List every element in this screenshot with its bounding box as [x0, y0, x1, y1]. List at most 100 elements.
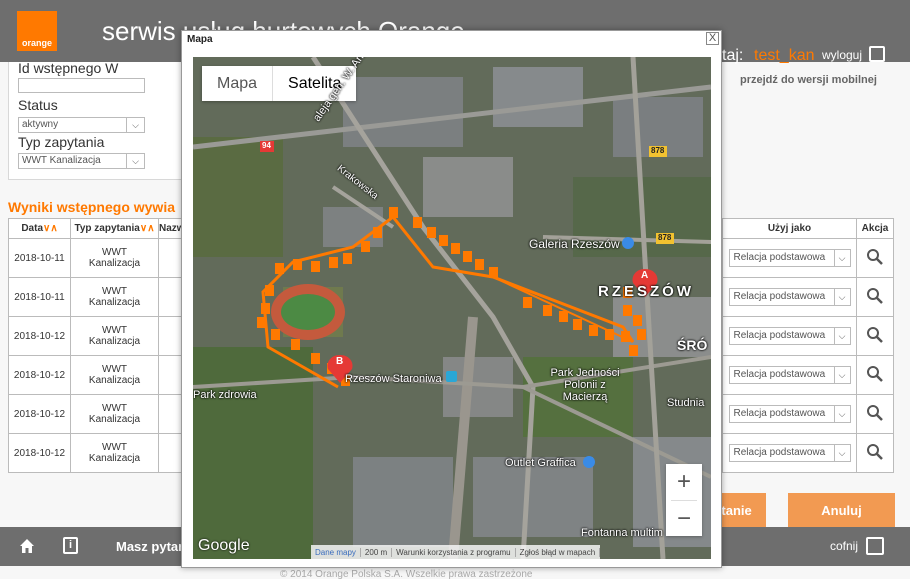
search-icon[interactable] — [866, 404, 884, 422]
table-row[interactable]: Relacja podstawowa ⌵ — [722, 238, 894, 278]
table-row[interactable]: 2018-10-12 WWT Kanalizacja — [8, 316, 186, 356]
table-row[interactable]: 2018-10-11 WWT Kanalizacja — [8, 238, 186, 278]
use-as-select[interactable]: Relacja podstawowa ⌵ — [728, 249, 851, 267]
zoom-in-button[interactable]: + — [666, 464, 702, 500]
cell-type-line2: Kanalizacja — [88, 375, 141, 386]
search-icon[interactable] — [866, 287, 884, 305]
back-icon[interactable] — [866, 537, 884, 555]
shopping-icon[interactable] — [622, 237, 634, 249]
map-type-map[interactable]: Mapa — [202, 66, 274, 101]
results-title: Wyniki wstępnego wywia — [8, 199, 176, 215]
back-link[interactable]: cofnij — [830, 539, 858, 553]
logout-link[interactable]: wyloguj — [822, 48, 862, 62]
user-label: taj: — [722, 47, 744, 64]
cell-use-as: Relacja podstawowa ⌵ — [722, 277, 857, 317]
cell-type-line1: WWT — [102, 286, 127, 297]
terms-link[interactable]: Warunki korzystania z programu — [392, 547, 516, 557]
cell-date: 2018-10-11 — [8, 238, 71, 278]
search-icon[interactable] — [866, 365, 884, 383]
logout-icon[interactable] — [869, 46, 885, 62]
map-imagery — [193, 57, 711, 559]
use-as-value: Relacja podstawowa — [733, 408, 826, 419]
table-row[interactable]: Relacja podstawowa ⌵ — [722, 355, 894, 395]
satellite-map[interactable]: Mapa Satelita aleja gen. W. Andersa Krak… — [193, 57, 711, 559]
results-table: Data∨∧ Typ zapytania∨∧ Nazw 2018-10-11 W… — [8, 218, 186, 473]
label-park-jednosci: Park Jedności Polonii z Macierzą — [550, 367, 620, 403]
shopping-icon[interactable] — [583, 456, 595, 468]
id-input[interactable] — [18, 78, 145, 93]
type-select[interactable]: WWT Kanalizacja ⌵ — [18, 153, 145, 169]
column-use-as: Użyj jako — [722, 218, 857, 239]
user-name: test_kan — [754, 47, 815, 64]
use-as-value: Relacja podstawowa — [733, 252, 826, 263]
info-icon[interactable]: i — [63, 537, 78, 554]
cancel-button[interactable]: Anuluj — [788, 493, 895, 528]
cell-action — [856, 316, 894, 356]
cell-use-as: Relacja podstawowa ⌵ — [722, 394, 857, 434]
orange-logo[interactable]: orange — [17, 11, 57, 51]
table-row[interactable]: Relacja podstawowa ⌵ — [722, 394, 894, 434]
report-error-link[interactable]: Zgłoś błąd w mapach — [516, 547, 601, 557]
status-label: Status — [18, 97, 58, 113]
question-link[interactable]: Masz pytan — [116, 539, 186, 554]
use-as-value: Relacja podstawowa — [733, 330, 826, 341]
use-as-select[interactable]: Relacja podstawowa ⌵ — [728, 327, 851, 345]
close-icon[interactable]: X — [706, 32, 719, 45]
cell-action — [856, 355, 894, 395]
table-row[interactable]: 2018-10-12 WWT Kanalizacja — [8, 394, 186, 434]
table-header-row: Użyj jako Akcja — [722, 218, 894, 239]
sort-icon: ∨∧ — [43, 223, 58, 234]
cell-action — [856, 394, 894, 434]
use-as-value: Relacja podstawowa — [733, 369, 826, 380]
chevron-down-icon: ⌵ — [126, 154, 144, 168]
column-type[interactable]: Typ zapytania∨∧ — [70, 218, 159, 239]
label-rzeszow: RZESZÓW — [598, 283, 694, 300]
cell-type: WWT Kanalizacja — [70, 277, 159, 317]
search-icon[interactable] — [866, 248, 884, 266]
table-row[interactable]: 2018-10-11 WWT Kanalizacja — [8, 277, 186, 317]
road-94-label: 94 — [262, 141, 271, 150]
type-label: Typ zapytania — [18, 134, 105, 150]
use-as-select[interactable]: Relacja podstawowa ⌵ — [728, 405, 851, 423]
zoom-out-button[interactable]: − — [666, 501, 702, 537]
scale-bar[interactable]: 200 m — [361, 547, 393, 557]
results-table-right: Użyj jako Akcja Relacja podstawowa ⌵ Rela… — [722, 218, 894, 473]
status-value: aktywny — [22, 119, 59, 130]
cell-use-as: Relacja podstawowa ⌵ — [722, 238, 857, 278]
cell-action — [856, 238, 894, 278]
type-value: WWT Kanalizacja — [22, 155, 101, 166]
cell-type-line2: Kanalizacja — [88, 258, 141, 269]
cell-type: WWT Kanalizacja — [70, 355, 159, 395]
column-date[interactable]: Data∨∧ — [8, 218, 71, 239]
cell-type: WWT Kanalizacja — [70, 316, 159, 356]
use-as-select[interactable]: Relacja podstawowa ⌵ — [728, 444, 851, 462]
search-icon[interactable] — [866, 443, 884, 461]
chevron-down-icon: ⌵ — [833, 289, 850, 305]
use-as-value: Relacja podstawowa — [733, 447, 826, 458]
cell-type-line1: WWT — [102, 403, 127, 414]
use-as-select[interactable]: Relacja podstawowa ⌵ — [728, 366, 851, 384]
label-galeria: Galeria Rzeszów — [529, 237, 620, 251]
cell-action — [856, 277, 894, 317]
map-data-link[interactable]: Dane mapy — [311, 547, 361, 557]
table-row[interactable]: 2018-10-12 WWT Kanalizacja — [8, 355, 186, 395]
dialog-title: Mapa — [187, 34, 213, 45]
table-row[interactable]: Relacja podstawowa ⌵ — [722, 433, 894, 473]
cell-type-line1: WWT — [102, 442, 127, 453]
status-select[interactable]: aktywny ⌵ — [18, 117, 145, 133]
search-icon[interactable] — [866, 326, 884, 344]
table-row[interactable]: 2018-10-12 WWT Kanalizacja — [8, 433, 186, 473]
use-as-value: Relacja podstawowa — [733, 291, 826, 302]
cell-action — [856, 433, 894, 473]
use-as-select[interactable]: Relacja podstawowa ⌵ — [728, 288, 851, 306]
marker-a-label: A — [641, 270, 649, 281]
cell-type: WWT Kanalizacja — [70, 433, 159, 473]
label-park-zdrowia: Park zdrowia — [193, 389, 257, 401]
table-row[interactable]: Relacja podstawowa ⌵ — [722, 277, 894, 317]
home-icon[interactable] — [19, 538, 35, 554]
mobile-version-link[interactable]: przejdź do wersji mobilnej — [740, 74, 877, 86]
table-row[interactable]: Relacja podstawowa ⌵ — [722, 316, 894, 356]
train-station-icon[interactable] — [446, 371, 457, 382]
cell-date: 2018-10-12 — [8, 355, 71, 395]
chevron-down-icon: ⌵ — [833, 406, 850, 422]
